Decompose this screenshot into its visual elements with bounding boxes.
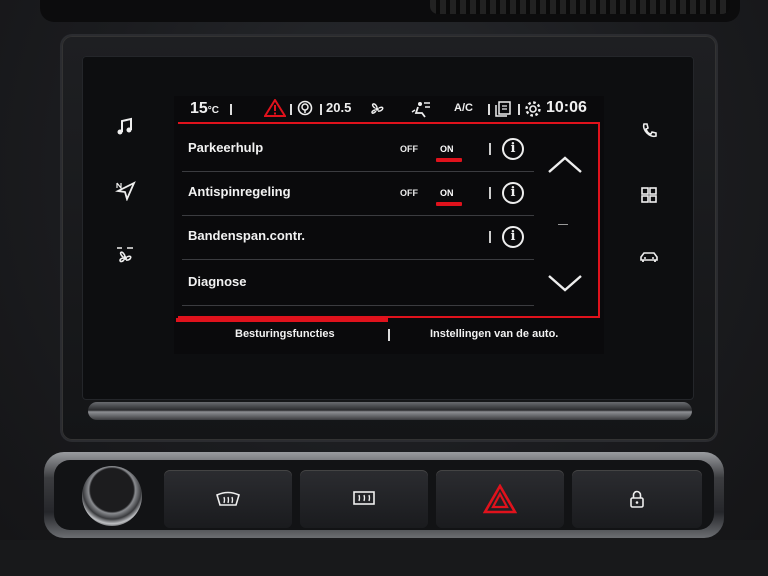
list-item-label: Parkeerhulp — [188, 140, 264, 155]
status-separator — [320, 104, 322, 115]
central-lock-button[interactable] — [572, 470, 702, 528]
row-separator — [489, 231, 491, 243]
rear-defrost-button[interactable] — [164, 470, 292, 528]
phone-icon[interactable] — [634, 116, 664, 146]
status-separator — [518, 104, 520, 115]
scroll-down-button[interactable] — [544, 268, 586, 298]
status-separator — [290, 104, 292, 115]
button-console — [44, 452, 724, 538]
vent-slats — [430, 0, 730, 14]
scroll-position-indicator — [558, 224, 568, 225]
status-separator — [230, 104, 232, 115]
list-item-label: Antispinregeling — [188, 184, 291, 199]
dashboard-lower — [0, 540, 768, 576]
settings-gear-icon[interactable] — [524, 100, 542, 121]
row-separator — [489, 143, 491, 155]
bottom-tabs: Besturingsfuncties Instellingen van de a… — [174, 318, 604, 354]
antispinregeling-toggle[interactable]: OFF ON — [400, 186, 466, 206]
fan-icon[interactable] — [368, 100, 386, 121]
lock-icon — [630, 490, 644, 508]
toggle-off-label: OFF — [400, 188, 418, 198]
status-separator — [488, 104, 490, 115]
mirror-icon[interactable] — [494, 101, 512, 120]
toggle-active-indicator — [436, 158, 462, 162]
rear-defrost-icon — [216, 491, 240, 506]
tab-separator — [388, 329, 390, 341]
row-divider — [182, 259, 534, 260]
outside-temperature: 15°C — [190, 100, 220, 117]
hazard-button[interactable] — [436, 470, 564, 528]
parkeerhulp-toggle[interactable]: OFF ON — [400, 142, 466, 162]
row-separator — [489, 187, 491, 199]
front-defrost-icon — [353, 491, 375, 505]
scroll-up-button[interactable] — [544, 150, 586, 180]
chevron-down-icon — [548, 275, 582, 292]
frame-right-line — [598, 122, 600, 318]
active-tab-indicator — [176, 318, 388, 322]
status-bar: 15°C 20.5 A/C 10:06 — [174, 96, 604, 122]
infotainment-screen: 15°C 20.5 A/C 10:06 Parkeerhulp OFF ON i… — [174, 96, 604, 354]
chevron-up-icon — [548, 156, 582, 173]
fan-icon[interactable] — [110, 240, 140, 270]
chrome-trim — [88, 402, 692, 420]
tab-instellingen[interactable]: Instellingen van de auto. — [430, 328, 558, 340]
air-flow-icon[interactable] — [410, 100, 432, 121]
navigation-icon[interactable] — [110, 176, 140, 206]
info-icon[interactable]: i — [502, 138, 524, 160]
toggle-on-label: ON — [440, 188, 454, 198]
list-item-label: Diagnose — [188, 274, 247, 289]
toggle-on-label: ON — [440, 144, 454, 154]
front-defrost-button[interactable] — [300, 470, 428, 528]
air-vent — [40, 0, 740, 22]
warning-icon[interactable] — [263, 98, 287, 120]
ac-button[interactable]: A/C — [454, 102, 473, 114]
list-item-antispinregeling[interactable]: Antispinregeling OFF ON i — [182, 172, 534, 216]
toggle-active-indicator — [436, 202, 462, 206]
list-item-label: Bandenspan.contr. — [188, 228, 306, 243]
clock: 10:06 — [546, 99, 587, 116]
tab-besturingsfuncties[interactable]: Besturingsfuncties — [235, 328, 335, 340]
list-item-diagnose[interactable]: Diagnose — [182, 262, 534, 306]
list-item-parkeerhulp[interactable]: Parkeerhulp OFF ON i — [182, 128, 534, 172]
list-item-bandenspanning[interactable]: Bandenspan.contr. i — [182, 216, 534, 260]
info-icon[interactable]: i — [502, 226, 524, 248]
apps-grid-icon[interactable] — [634, 180, 664, 210]
car-icon[interactable] — [634, 242, 664, 272]
row-divider — [182, 305, 534, 306]
climate-setpoint[interactable]: 20.5 — [326, 100, 351, 115]
location-icon[interactable] — [297, 100, 313, 119]
frame-top-line — [178, 122, 600, 124]
toggle-off-label: OFF — [400, 144, 418, 154]
music-icon[interactable] — [110, 112, 140, 142]
hazard-icon — [483, 484, 517, 514]
info-icon[interactable]: i — [502, 182, 524, 204]
volume-knob[interactable] — [82, 466, 142, 526]
